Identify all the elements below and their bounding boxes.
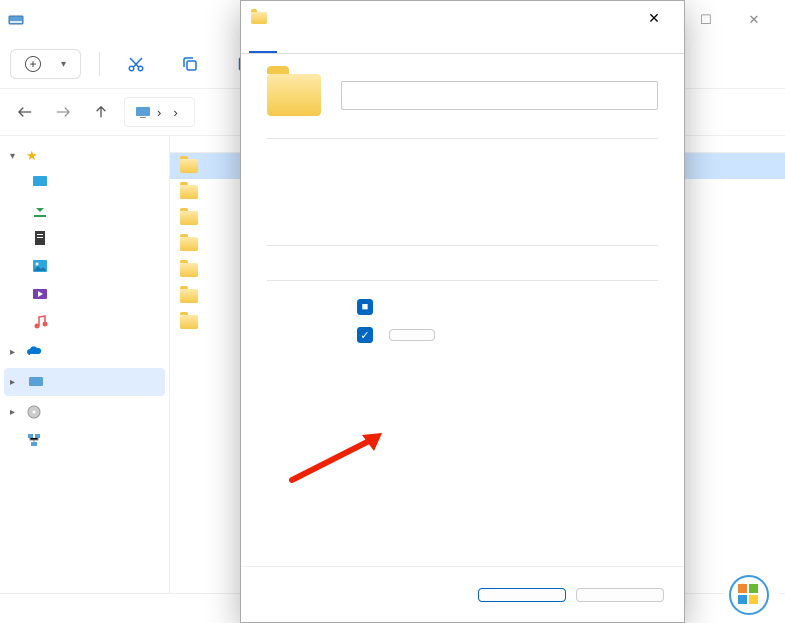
cloud-icon (26, 344, 42, 360)
sidebar-quick-access[interactable]: ▾★ (4, 144, 165, 168)
windows-logo-icon (729, 575, 769, 615)
folder-icon (180, 159, 198, 173)
checkbox-readonly[interactable]: ■ (357, 299, 373, 315)
cancel-button[interactable] (576, 588, 664, 602)
readonly-checkbox-row[interactable]: ■ (357, 299, 658, 315)
advanced-button[interactable] (389, 329, 435, 341)
folder-large-icon (267, 74, 321, 116)
download-icon (32, 202, 48, 218)
plus-icon: + (25, 56, 41, 72)
properties-dialog: ✕ ■ ✓ (240, 0, 685, 623)
tab-general[interactable] (249, 35, 277, 53)
close-button[interactable]: ✕ (731, 4, 777, 36)
sidebar-item-videos[interactable] (4, 280, 165, 308)
tab-customize[interactable] (361, 35, 389, 53)
ok-button[interactable] (478, 588, 566, 602)
sidebar: ▾★ ▸ ▸ ▸ ▸ (0, 136, 170, 593)
sidebar-thispc[interactable]: ▸ (4, 368, 165, 396)
folder-icon (251, 12, 267, 24)
folder-icon (180, 263, 198, 277)
divider (267, 138, 658, 139)
disk-icon (8, 12, 24, 28)
new-button[interactable]: + ▾ (10, 49, 81, 79)
tab-security[interactable] (305, 35, 333, 53)
sidebar-item-desktop[interactable] (4, 168, 165, 196)
breadcrumb[interactable]: › › (124, 97, 195, 127)
picture-icon (32, 258, 48, 274)
sidebar-dvd[interactable]: ▸ (4, 400, 165, 424)
sidebar-item-downloads[interactable] (4, 196, 165, 224)
star-icon: ★ (26, 148, 38, 164)
watermark (725, 573, 779, 617)
separator (99, 52, 100, 76)
chevron-right-icon: ▸ (10, 377, 20, 388)
music-icon (32, 314, 48, 330)
chevron-right-icon: ▸ (10, 407, 20, 418)
chevron-down-icon: ▾ (10, 151, 20, 162)
network-icon (26, 432, 42, 448)
cut-button[interactable] (118, 46, 154, 82)
sidebar-item-pictures[interactable] (4, 252, 165, 280)
video-icon (32, 286, 48, 302)
folder-icon (180, 315, 198, 329)
hidden-checkbox-row[interactable]: ✓ (357, 327, 658, 343)
back-button[interactable] (10, 97, 40, 127)
tab-sharing[interactable] (277, 35, 305, 53)
pc-icon (28, 374, 44, 390)
tab-strip (241, 35, 684, 54)
tab-previous[interactable] (333, 35, 361, 53)
divider (267, 280, 658, 281)
sidebar-item-documents[interactable] (4, 224, 165, 252)
sidebar-item-music[interactable] (4, 308, 165, 336)
label-attributes (267, 299, 357, 355)
disc-icon (26, 404, 42, 420)
col-size[interactable] (757, 136, 785, 152)
up-button[interactable] (86, 97, 116, 127)
pc-icon (135, 104, 151, 120)
sidebar-network[interactable]: ▸ (4, 428, 165, 452)
folder-name-input[interactable] (341, 81, 658, 110)
checkbox-hidden[interactable]: ✓ (357, 327, 373, 343)
copy-button[interactable] (172, 46, 208, 82)
folder-icon (180, 289, 198, 303)
document-icon (32, 230, 48, 246)
forward-button[interactable] (48, 97, 78, 127)
folder-icon (180, 185, 198, 199)
maximize-button[interactable]: ☐ (683, 4, 729, 36)
sidebar-onedrive[interactable]: ▸ (4, 340, 165, 364)
dialog-close-button[interactable]: ✕ (634, 3, 674, 33)
desktop-icon (32, 174, 48, 190)
chevron-right-icon: ▸ (10, 347, 20, 358)
folder-icon (180, 211, 198, 225)
dialog-titlebar[interactable]: ✕ (241, 1, 684, 35)
folder-icon (180, 237, 198, 251)
dialog-body: ■ ✓ (241, 54, 684, 566)
chevron-down-icon: ▾ (61, 59, 66, 70)
divider (267, 245, 658, 246)
dialog-footer (241, 566, 684, 622)
